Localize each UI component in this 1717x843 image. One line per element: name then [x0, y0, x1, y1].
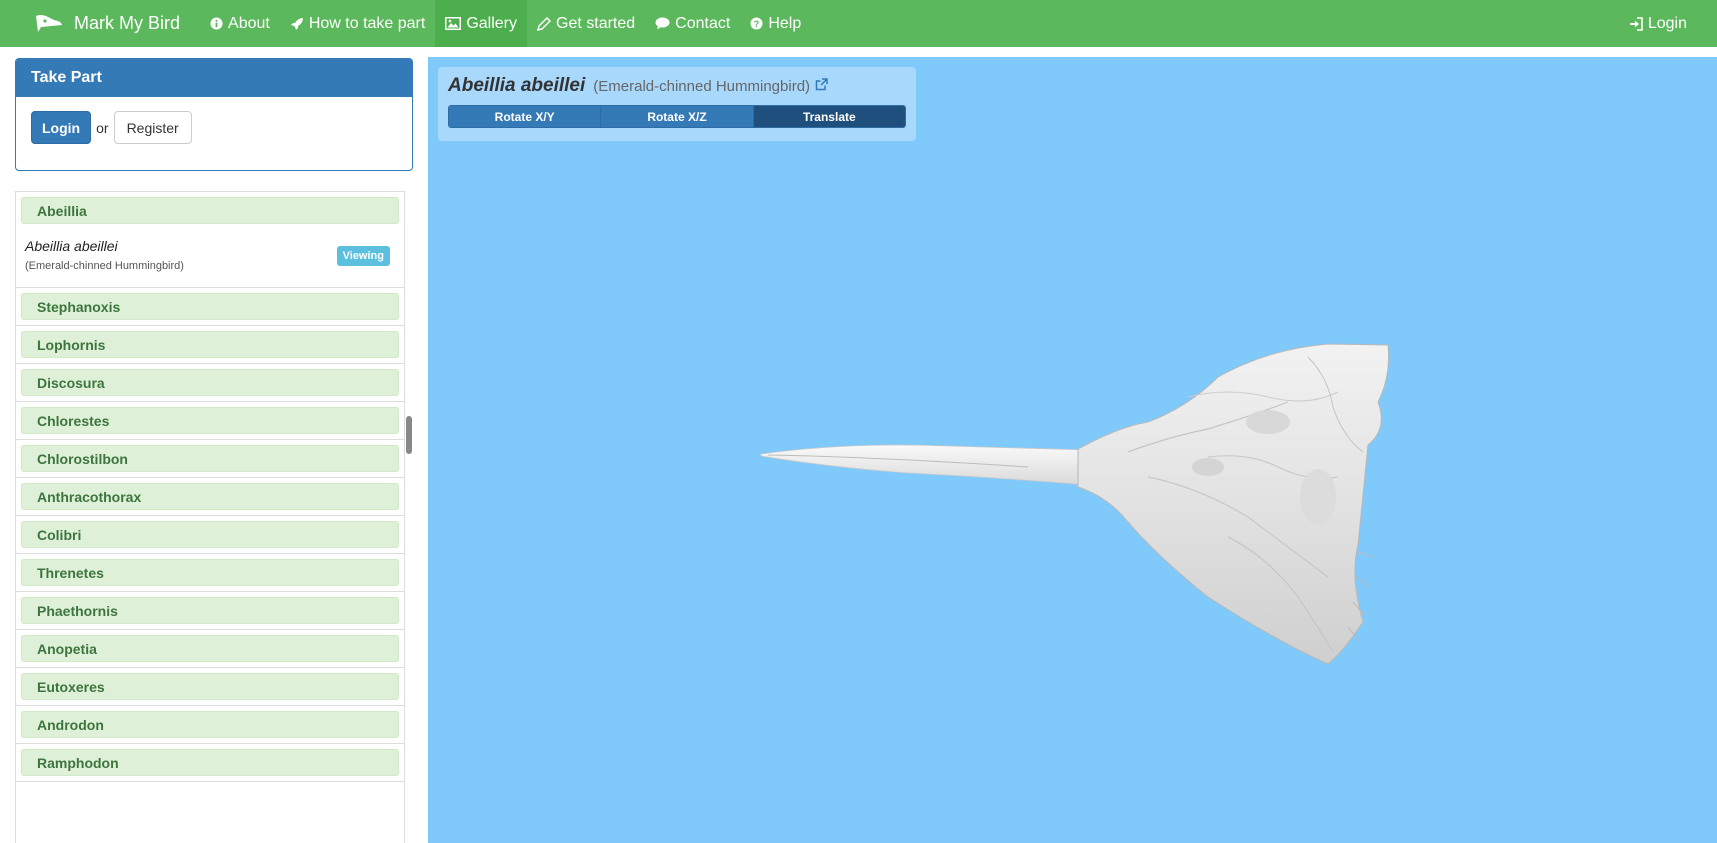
nav-help-label: Help	[768, 14, 802, 32]
genus-row: Eutoxeres	[16, 668, 404, 706]
viewing-badge: Viewing	[336, 246, 390, 266]
nav-gallery-label: Gallery	[466, 14, 518, 32]
model-viewer[interactable]: Abeillia abeillei (Emerald-chinned Hummi…	[428, 57, 1717, 843]
genus-row: Lophornis	[16, 326, 404, 364]
rotate-xy-button[interactable]: Rotate X/Y	[449, 106, 602, 127]
question-circle-icon: ?	[750, 17, 763, 30]
take-part-panel: Take Part Login or Register	[15, 58, 413, 171]
sign-in-icon	[1629, 16, 1643, 31]
genus-item[interactable]: Stephanoxis	[21, 293, 399, 320]
genus-item[interactable]: Colibri	[21, 521, 399, 548]
genus-row: Chlorestes	[16, 402, 404, 440]
genus-item[interactable]: Ramphodon	[21, 749, 399, 776]
genus-abeillia[interactable]: Abeillia	[21, 197, 399, 224]
genus-item[interactable]: Eutoxeres	[21, 673, 399, 700]
genus-item[interactable]: Discosura	[21, 369, 399, 396]
genus-item[interactable]: Androdon	[21, 711, 399, 738]
translate-button[interactable]: Translate	[753, 106, 905, 127]
genus-row: Anopetia	[16, 630, 404, 668]
register-button[interactable]: Register	[113, 111, 192, 144]
viewer-scientific-name: Abeillia abeillei	[448, 75, 586, 96]
genus-item[interactable]: Phaethornis	[21, 597, 399, 624]
external-link-icon[interactable]	[815, 78, 828, 91]
pencil-icon	[537, 16, 552, 31]
bird-logo-icon	[36, 14, 62, 32]
genus-row: Colibri	[16, 516, 404, 554]
genus-item[interactable]: Anthracothorax	[21, 483, 399, 510]
genus-item[interactable]: Chlorestes	[21, 407, 399, 434]
genus-item[interactable]: Threnetes	[21, 559, 399, 586]
brand-name: Mark My Bird	[74, 13, 181, 33]
genus-list: Abeillia Abeillia abeillei (Emerald-chin…	[15, 191, 405, 843]
nav-help[interactable]: ? Help	[740, 0, 811, 47]
genus-row: Anthracothorax	[16, 478, 404, 516]
genus-item[interactable]: Chlorostilbon	[21, 445, 399, 472]
species-common-name: (Emerald-chinned Hummingbird)	[25, 260, 184, 272]
nav-about-label: About	[228, 14, 270, 32]
genus-row: Ramphodon	[16, 744, 404, 782]
genus-item[interactable]: Lophornis	[21, 331, 399, 358]
comment-icon	[655, 17, 670, 30]
genus-row: Phaethornis	[16, 592, 404, 630]
nav-about[interactable]: About	[200, 0, 280, 47]
bird-skull-model	[760, 343, 1389, 665]
nav-get-started-label: Get started	[556, 14, 636, 32]
top-navbar: Mark My Bird About How to take part Gall…	[0, 0, 1717, 47]
genus-row: Threnetes	[16, 554, 404, 592]
genus-row: Abeillia	[16, 192, 404, 229]
picture-icon	[445, 17, 462, 30]
viewer-controls-panel: Abeillia abeillei (Emerald-chinned Hummi…	[438, 67, 916, 141]
genus-row: Androdon	[16, 706, 404, 744]
genus-row: Stephanoxis	[16, 288, 404, 326]
nav-how-label: How to take part	[308, 14, 426, 32]
login-button[interactable]: Login	[31, 111, 92, 144]
viewer-common-name: (Emerald-chinned Hummingbird)	[593, 78, 811, 95]
take-part-title: Take Part	[16, 59, 412, 97]
rocket-icon	[290, 17, 304, 31]
rotate-xz-button[interactable]: Rotate X/Z	[601, 106, 754, 127]
nav-how-to-take-part[interactable]: How to take part	[280, 0, 436, 47]
genus-row: Discosura	[16, 364, 404, 402]
species-scientific-name: Abeillia abeillei	[25, 238, 118, 254]
nav-login[interactable]: Login	[1619, 0, 1717, 47]
nav-contact[interactable]: Contact	[645, 0, 740, 47]
genus-item[interactable]: Anopetia	[21, 635, 399, 662]
nav-contact-label: Contact	[675, 14, 731, 32]
nav-login-label: Login	[1647, 14, 1687, 32]
mode-toggle-group: Rotate X/Y Rotate X/Z Translate	[448, 105, 906, 128]
nav-get-started[interactable]: Get started	[527, 0, 645, 47]
info-circle-icon	[210, 17, 223, 30]
list-scrollbar[interactable]	[406, 416, 412, 454]
brand-link[interactable]: Mark My Bird	[0, 0, 200, 47]
species-item[interactable]: Abeillia abeillei (Emerald-chinned Hummi…	[16, 229, 404, 288]
svg-text:?: ?	[754, 19, 760, 29]
genus-row: Chlorostilbon	[16, 440, 404, 478]
nav-gallery[interactable]: Gallery	[435, 0, 528, 47]
or-text: or	[96, 119, 109, 136]
